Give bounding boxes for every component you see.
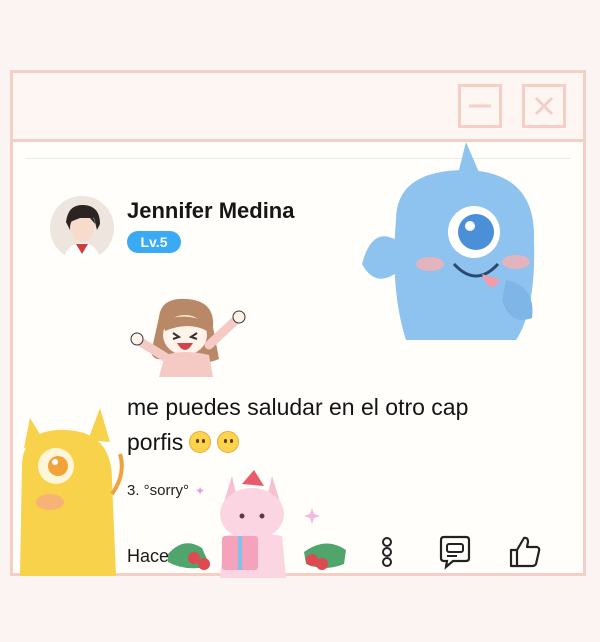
- smiling-face-emoji: [189, 431, 212, 453]
- level-badge: Lv.5: [127, 231, 181, 253]
- smiling-face-emoji: [217, 431, 240, 453]
- more-vertical-icon: [382, 537, 392, 567]
- reply-button[interactable]: [437, 534, 473, 570]
- comment-message: me puedes saludar en el otro cap porfis: [127, 390, 527, 460]
- minimize-button[interactable]: [458, 84, 502, 128]
- close-icon: [534, 96, 554, 116]
- comment-text: me puedes saludar en el otro cap porfis: [127, 394, 469, 455]
- username[interactable]: Jennifer Medina: [127, 198, 294, 224]
- sticker-laughing-girl: [129, 297, 247, 377]
- minimize-icon: [469, 104, 491, 108]
- blue-monster-sticker: [356, 140, 568, 342]
- close-button[interactable]: [522, 84, 566, 128]
- more-options-button[interactable]: [369, 534, 405, 570]
- holiday-bunny-sticker: [164, 466, 350, 578]
- thumbs-up-icon: [509, 536, 541, 568]
- avatar[interactable]: [50, 196, 114, 260]
- yellow-monster-sticker: [16, 404, 128, 576]
- timestamp: Hace: [127, 546, 170, 566]
- reply-icon: [439, 535, 471, 570]
- window-titlebar: [13, 73, 583, 142]
- like-button[interactable]: [507, 534, 543, 570]
